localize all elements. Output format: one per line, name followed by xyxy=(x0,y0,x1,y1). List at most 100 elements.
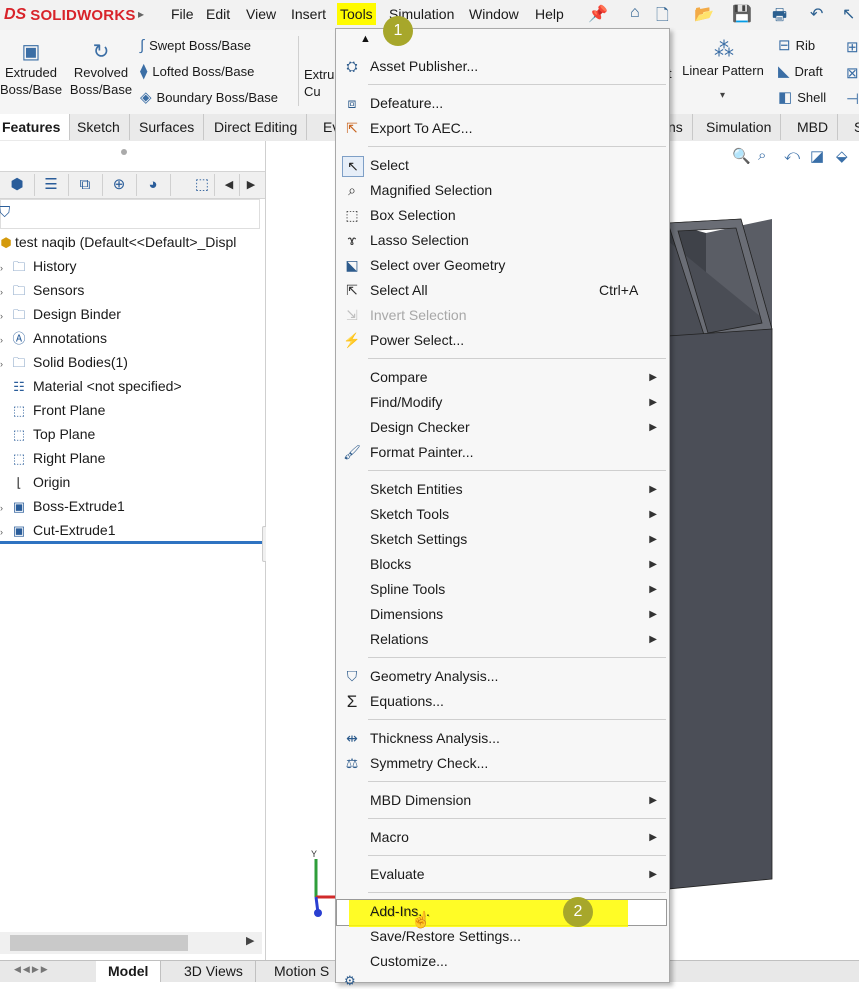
menu-item-macro[interactable]: Macro ▶ xyxy=(336,825,667,850)
pattern-dropdown-icon[interactable]: ▾ xyxy=(720,90,725,101)
tab-simulation[interactable]: Simulation xyxy=(697,114,782,140)
menu-item-select-all[interactable]: ⇱ Select All Ctrl+A xyxy=(336,278,667,303)
wrap-icon[interactable]: ⊞ xyxy=(846,38,859,56)
display-manager-icon[interactable]: ◕ xyxy=(136,174,171,196)
menu-item-save-restore-settings[interactable]: Save/Restore Settings... xyxy=(336,924,667,949)
menu-item-compare[interactable]: Compare ▶ xyxy=(336,365,667,390)
save-icon[interactable]: 💾 xyxy=(732,4,752,24)
property-manager-icon[interactable]: ☰ xyxy=(34,174,69,196)
shell-button[interactable]: ◧ Shell xyxy=(778,87,826,109)
menu-item-mbd-dimension[interactable]: MBD Dimension ▶ xyxy=(336,788,667,813)
home-icon[interactable]: ⌂ xyxy=(630,4,640,24)
undo-icon[interactable]: ↶ xyxy=(810,4,823,24)
logo-expand-icon[interactable]: ▸ xyxy=(138,2,146,26)
menu-item-sketch-entities[interactable]: Sketch Entities ▶ xyxy=(336,477,667,502)
tree-item-right-plane[interactable]: ⬚ Right Plane xyxy=(0,446,106,470)
menu-item-blocks[interactable]: Blocks ▶ xyxy=(336,552,667,577)
tab-features[interactable]: Features xyxy=(0,114,71,140)
tree-item-design-binder[interactable]: › 🗀 Design Binder xyxy=(0,302,121,326)
tree-item-cut-extrude1[interactable]: › ▣ Cut-Extrude1 xyxy=(0,518,115,542)
menu-item-customize[interactable]: Customize... xyxy=(336,949,667,974)
menu-item-symmetry-check[interactable]: ⚖ Symmetry Check... xyxy=(336,751,667,776)
expand-icon[interactable]: › xyxy=(0,352,10,376)
rib-button[interactable]: ⊟ Rib xyxy=(778,35,815,57)
menu-edit[interactable]: Edit xyxy=(203,3,233,25)
tree-item-material[interactable]: ☷ Material <not specified> xyxy=(0,374,181,398)
options-gear-icon[interactable]: ⚙ xyxy=(344,973,356,989)
tab-sketch[interactable]: Sketch xyxy=(68,114,130,140)
scrollbar-thumb[interactable] xyxy=(10,935,188,951)
menu-tools[interactable]: Tools xyxy=(337,3,376,25)
expand-icon[interactable]: › xyxy=(0,496,10,520)
feature-tree-icon[interactable]: ⬢ xyxy=(0,174,35,196)
horizontal-scrollbar[interactable]: ▶ xyxy=(0,932,262,954)
menu-insert[interactable]: Insert xyxy=(288,3,329,25)
boundary-boss-button[interactable]: ◈ Boundary Boss/Base xyxy=(140,87,278,109)
scroll-up-icon[interactable]: ▲ xyxy=(360,33,371,45)
scroll-left-icon[interactable]: ◀ xyxy=(219,174,240,196)
tab-more[interactable]: S xyxy=(845,114,859,140)
tab-surfaces[interactable]: Surfaces xyxy=(130,114,205,140)
menu-item-select-over-geometry[interactable]: ⬕ Select over Geometry xyxy=(336,253,667,278)
expand-icon[interactable]: › xyxy=(0,280,10,304)
menu-item-magnified-selection[interactable]: ⌕ Magnified Selection xyxy=(336,178,667,203)
menu-item-equations[interactable]: Σ Equations... xyxy=(336,689,667,714)
menu-item-power-select[interactable]: ⚡ Power Select... xyxy=(336,328,667,353)
tree-item-top-plane[interactable]: ⬚ Top Plane xyxy=(0,422,95,446)
extruded-boss-button[interactable]: ▣ Extruded Boss/Base xyxy=(0,40,62,98)
expand-icon[interactable]: › xyxy=(0,304,10,328)
scroll-right-icon[interactable]: ▶ xyxy=(241,174,261,196)
expand-icon[interactable]: › xyxy=(0,328,10,352)
rollback-bar[interactable] xyxy=(0,541,262,544)
menu-item-sketch-settings[interactable]: Sketch Settings ▶ xyxy=(336,527,667,552)
tab-motion-study[interactable]: Motion S xyxy=(262,961,343,982)
tab-nav-arrows-icon[interactable]: ◀◀▶▶ xyxy=(14,964,50,975)
tree-filter-box[interactable]: ⛉ xyxy=(0,199,260,229)
cam-tree-icon[interactable]: ⬚ xyxy=(190,174,215,196)
extruded-cut-button[interactable]: Extru Cu xyxy=(304,66,334,100)
tree-item-sensors[interactable]: › 🗀 Sensors xyxy=(0,278,84,302)
tab-direct-editing[interactable]: Direct Editing xyxy=(205,114,308,140)
select-arrow-icon[interactable]: ↖ xyxy=(842,4,855,24)
pane-grip[interactable] xyxy=(121,149,127,155)
tree-item-history[interactable]: › 🗀 History xyxy=(0,254,77,278)
menu-item-thickness-analysis[interactable]: ⇹ Thickness Analysis... xyxy=(336,726,667,751)
tab-model[interactable]: Model xyxy=(96,961,162,982)
menu-file[interactable]: File xyxy=(168,3,197,25)
tree-root-part[interactable]: ⬢ test naqib (Default<<Default>_Displ xyxy=(0,230,236,254)
scroll-right-arrow-icon[interactable]: ▶ xyxy=(246,934,254,947)
print-icon[interactable]: 🖶 xyxy=(772,4,787,24)
intersect-icon[interactable]: ⊠ xyxy=(846,64,859,82)
tab-3d-views[interactable]: 3D Views xyxy=(172,961,256,982)
tree-item-annotations[interactable]: › Ⓐ Annotations xyxy=(0,326,107,350)
menu-item-lasso-selection[interactable]: ɤ Lasso Selection xyxy=(336,228,667,253)
menu-window[interactable]: Window xyxy=(466,3,522,25)
menu-item-sketch-tools[interactable]: Sketch Tools ▶ xyxy=(336,502,667,527)
dimxpert-icon[interactable]: ⊕ xyxy=(102,174,137,196)
new-document-icon[interactable]: 🗋 xyxy=(656,4,669,24)
menu-item-format-painter[interactable]: 🖌 Format Painter... xyxy=(336,440,667,465)
configuration-manager-icon[interactable]: ⧉ xyxy=(68,174,103,196)
revolved-boss-button[interactable]: ↻ Revolved Boss/Base xyxy=(68,40,134,98)
menu-item-select[interactable]: ↖ Select xyxy=(336,153,667,178)
tab-mbd[interactable]: MBD xyxy=(788,114,839,140)
menu-item-geometry-analysis[interactable]: ⛉ Geometry Analysis... xyxy=(336,664,667,689)
menu-item-find-modify[interactable]: Find/Modify ▶ xyxy=(336,390,667,415)
menu-item-design-checker[interactable]: Design Checker ▶ xyxy=(336,415,667,440)
menu-item-box-selection[interactable]: ⬚ Box Selection xyxy=(336,203,667,228)
tree-item-front-plane[interactable]: ⬚ Front Plane xyxy=(0,398,106,422)
menu-item-evaluate[interactable]: Evaluate ▶ xyxy=(336,862,667,887)
linear-pattern-button[interactable]: ⁂ Linear Pattern xyxy=(668,38,778,79)
menu-view[interactable]: View xyxy=(243,3,279,25)
menu-item-asset-publisher[interactable]: ⛭ Asset Publisher... xyxy=(336,54,667,79)
tree-item-solid-bodies[interactable]: › 🗀 Solid Bodies(1) xyxy=(0,350,128,374)
swept-boss-button[interactable]: ∫ Swept Boss/Base xyxy=(140,35,251,57)
pin-icon[interactable]: 📌 xyxy=(588,4,608,24)
draft-button[interactable]: ◣ Draft xyxy=(778,61,823,83)
expand-icon[interactable]: › xyxy=(0,256,10,280)
tree-item-boss-extrude1[interactable]: › ▣ Boss-Extrude1 xyxy=(0,494,125,518)
menu-item-defeature[interactable]: ⧈ Defeature... xyxy=(336,91,667,116)
menu-item-spline-tools[interactable]: Spline Tools ▶ xyxy=(336,577,667,602)
menu-help[interactable]: Help xyxy=(532,3,567,25)
menu-item-export-aec[interactable]: ⇱ Export To AEC... xyxy=(336,116,667,141)
